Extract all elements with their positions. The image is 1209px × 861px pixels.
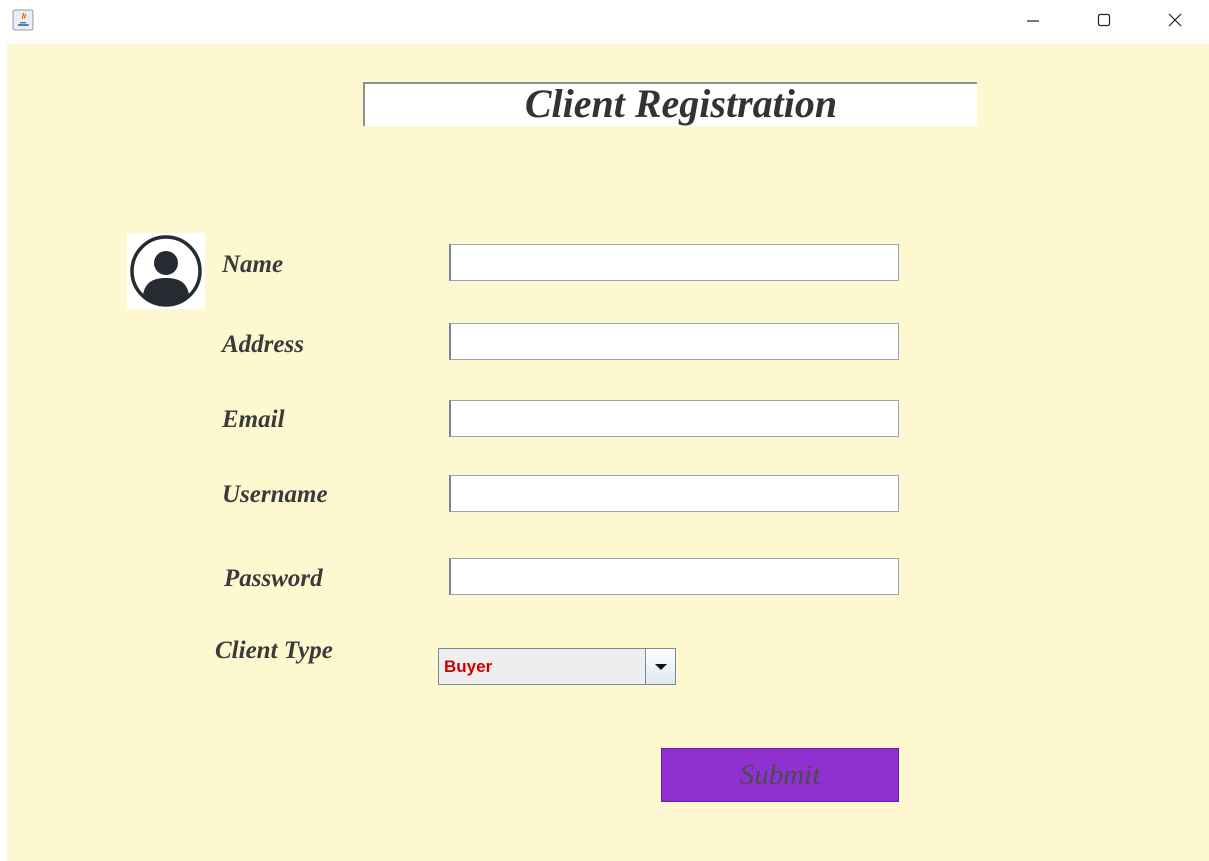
password-label: Password [224,565,323,592]
password-field[interactable] [449,558,899,595]
close-button[interactable] [1152,0,1198,40]
submit-button[interactable]: Submit [661,748,899,802]
username-label: Username [222,481,328,508]
registration-panel: Client Registration Name Address Email U… [7,44,1209,861]
client-type-selected: Buyer [444,657,493,676]
avatar [127,233,205,309]
client-type-label: Client Type [215,637,333,664]
username-field[interactable] [449,475,899,512]
email-label: Email [222,406,285,433]
address-field[interactable] [449,323,899,360]
title-banner: Client Registration [363,82,977,126]
maximize-icon [1097,13,1111,27]
java-app-icon [12,9,34,31]
dropdown-arrow-button[interactable] [645,649,675,684]
address-label: Address [222,331,304,358]
maximize-button[interactable] [1081,0,1127,40]
email-field[interactable] [449,400,899,437]
minimize-icon [1027,20,1039,22]
window-titlebar [0,0,1209,44]
chevron-down-icon [654,663,667,670]
page-title: Client Registration [524,81,838,126]
name-label: Name [222,251,284,278]
user-avatar-icon [130,235,202,307]
close-icon [1168,13,1182,27]
minimize-button[interactable] [1010,0,1056,40]
name-field[interactable] [449,244,899,281]
client-type-dropdown[interactable]: Buyer [438,648,676,685]
